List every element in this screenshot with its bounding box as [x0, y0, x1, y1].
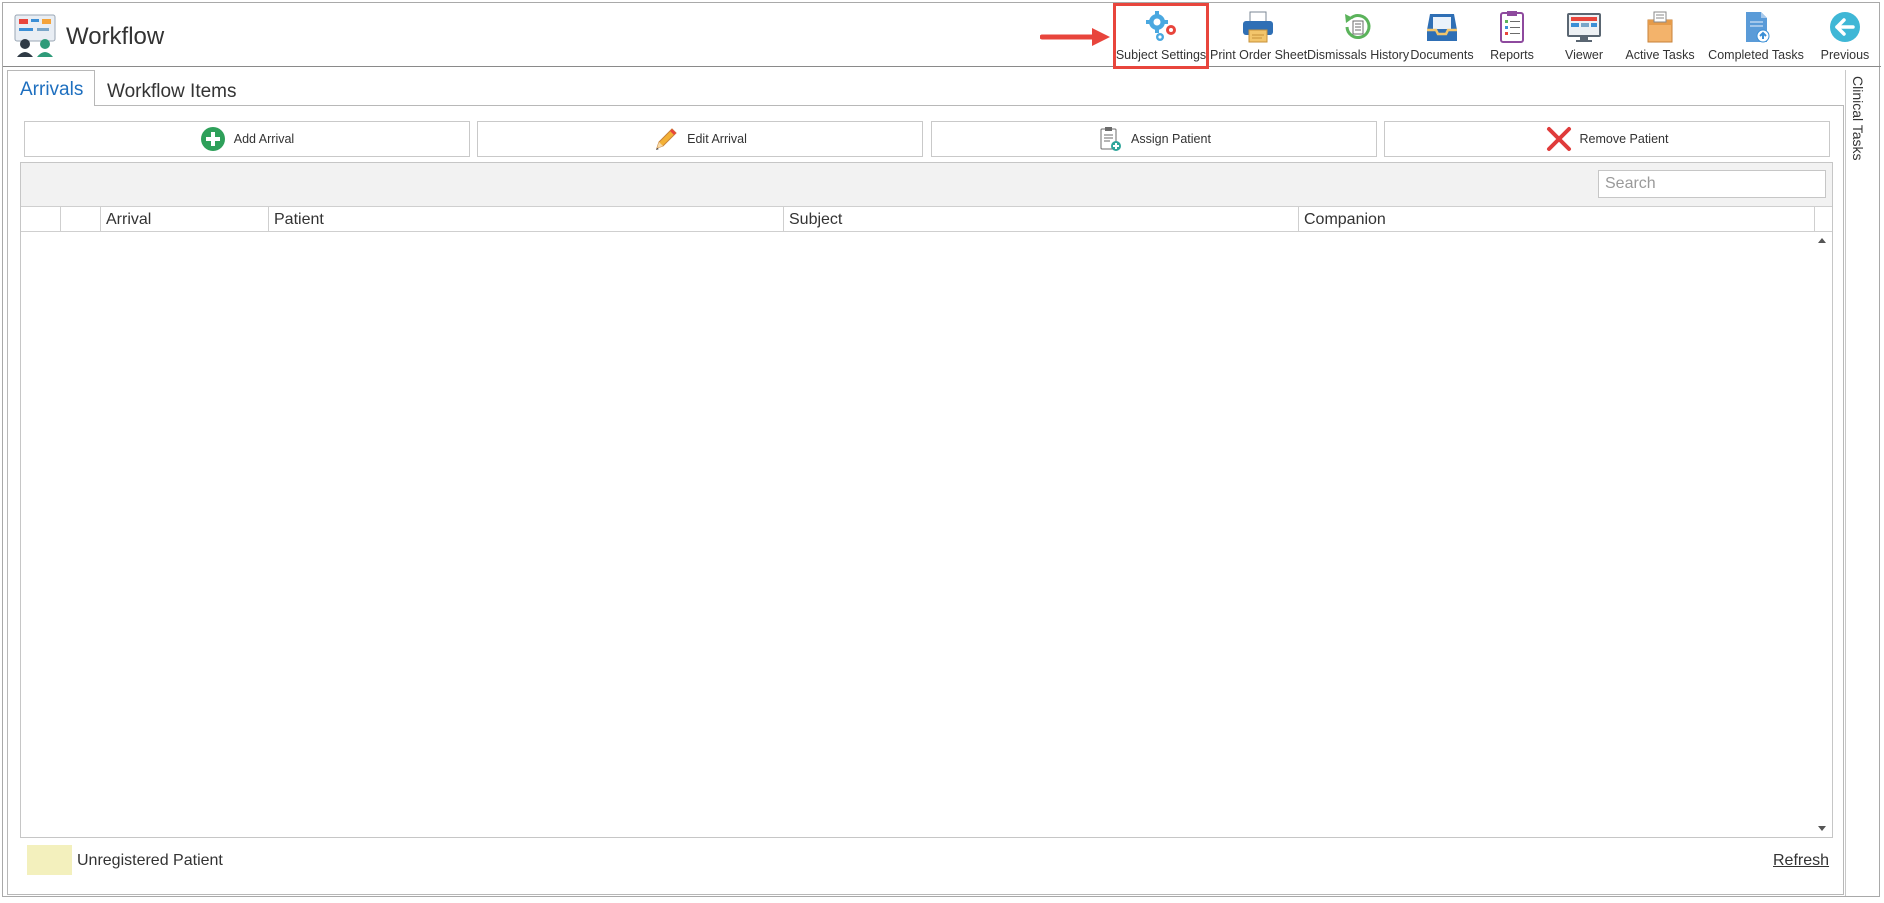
- workflow-logo-icon: [14, 14, 56, 57]
- documents-label: Documents: [1410, 48, 1474, 62]
- app-title: Workflow: [66, 23, 165, 50]
- clipboard-add-icon: [1100, 127, 1122, 151]
- remove-patient-button[interactable]: Remove Patient: [1384, 121, 1830, 157]
- documents-button[interactable]: Documents: [1409, 6, 1475, 66]
- monitor-icon: [1567, 13, 1601, 42]
- clipboard-list-icon: [1500, 11, 1524, 43]
- viewer-label: Viewer: [1565, 48, 1603, 62]
- unregistered-legend-label: Unregistered Patient: [77, 852, 223, 869]
- search-input[interactable]: [1598, 170, 1826, 198]
- reports-button[interactable]: Reports: [1476, 6, 1548, 66]
- printer-icon: [1243, 11, 1273, 43]
- scroll-up-arrow-icon[interactable]: [1818, 238, 1826, 243]
- viewer-button[interactable]: Viewer: [1549, 6, 1619, 66]
- history-icon: [1345, 14, 1371, 39]
- add-arrival-label: Add Arrival: [233, 132, 295, 146]
- tab-arrivals[interactable]: Arrivals: [7, 70, 95, 106]
- column-header-select[interactable]: [21, 207, 61, 231]
- grid-scrollbar[interactable]: [1815, 232, 1832, 837]
- callout-arrow-icon: [1040, 28, 1110, 46]
- add-arrival-button[interactable]: Add Arrival: [24, 121, 470, 157]
- column-header-arrival[interactable]: Arrival: [101, 207, 269, 231]
- assign-patient-button[interactable]: Assign Patient: [931, 121, 1377, 157]
- completed-document-icon: [1746, 12, 1770, 43]
- pencil-icon: [656, 128, 677, 150]
- column-header-subject[interactable]: Subject: [784, 207, 1299, 231]
- print-order-sheet-label: Print Order Sheet: [1210, 48, 1308, 62]
- subject-settings-highlight: [1113, 3, 1209, 69]
- tab-workflow-items[interactable]: Workflow Items: [107, 81, 237, 103]
- clinical-tasks-label[interactable]: Clinical Tasks: [1850, 76, 1866, 161]
- red-x-icon: [1546, 127, 1571, 151]
- dismissals-history-button[interactable]: Dismissals History: [1307, 6, 1409, 66]
- previous-button[interactable]: Previous: [1812, 6, 1878, 66]
- back-arrow-icon: [1830, 12, 1860, 42]
- scroll-down-arrow-icon[interactable]: [1818, 826, 1826, 831]
- active-tasks-button[interactable]: Active Tasks: [1620, 6, 1700, 66]
- completed-tasks-button[interactable]: Completed Tasks: [1701, 6, 1811, 66]
- tab-workflow-items-label: Workflow Items: [107, 81, 237, 102]
- refresh-link[interactable]: Refresh: [1773, 852, 1829, 870]
- previous-label: Previous: [1820, 48, 1870, 62]
- unregistered-legend-swatch: [27, 845, 72, 875]
- completed-tasks-label: Completed Tasks: [1708, 48, 1804, 62]
- active-tasks-label: Active Tasks: [1625, 48, 1695, 62]
- edit-arrival-button[interactable]: Edit Arrival: [477, 121, 923, 157]
- column-header-patient[interactable]: Patient: [269, 207, 784, 231]
- arrivals-grid: [20, 162, 1833, 838]
- grid-toolbar: [21, 163, 1832, 206]
- task-box-icon: [1647, 11, 1673, 43]
- column-header-companion[interactable]: Companion: [1299, 207, 1815, 231]
- app-header: Workflow Subject Settings Print Order Sh…: [3, 3, 1881, 69]
- column-header-indicator[interactable]: [61, 207, 101, 231]
- dismissals-history-label: Dismissals History: [1307, 48, 1410, 62]
- reports-label: Reports: [1490, 48, 1534, 62]
- clinical-tasks-panel[interactable]: [1845, 70, 1882, 896]
- print-order-sheet-button[interactable]: Print Order Sheet: [1210, 6, 1308, 66]
- assign-patient-label: Assign Patient: [1131, 132, 1211, 146]
- tab-arrivals-label: Arrivals: [20, 79, 84, 100]
- plus-circle-icon: [200, 127, 225, 151]
- inbox-tray-icon: [1427, 14, 1457, 41]
- remove-patient-label: Remove Patient: [1579, 132, 1669, 146]
- grid-header: Arrival Patient Subject Companion: [21, 206, 1832, 232]
- edit-arrival-label: Edit Arrival: [687, 132, 747, 146]
